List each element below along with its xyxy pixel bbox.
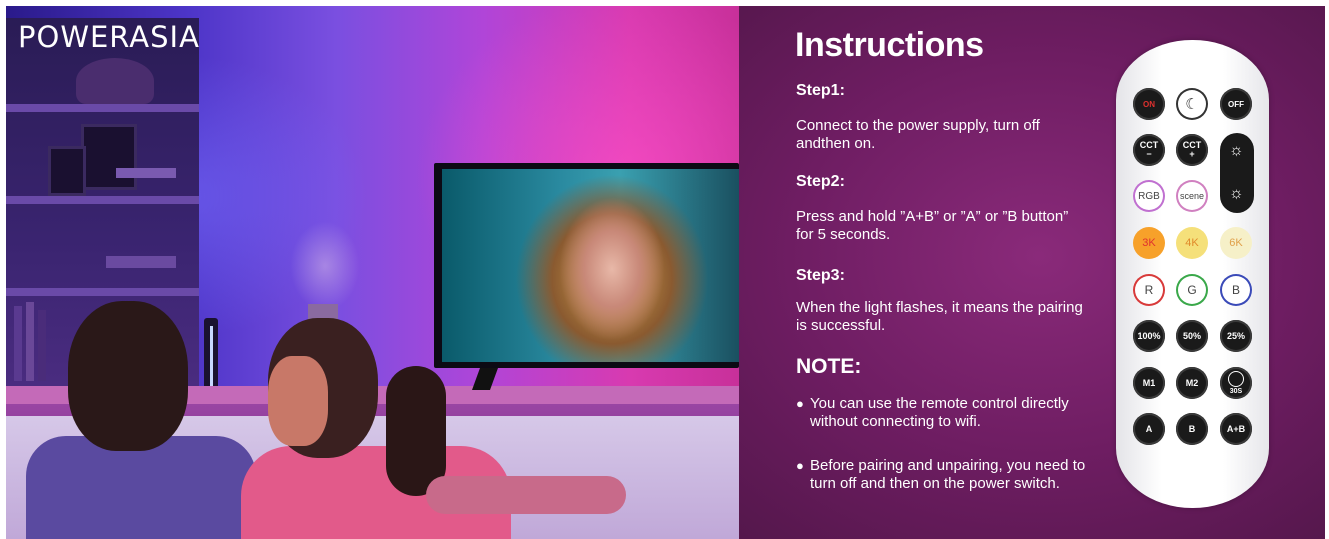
m2-button: M2 — [1176, 367, 1208, 399]
note-text: You can use the remote control directly … — [810, 395, 1069, 430]
on-label: ON — [1143, 99, 1155, 109]
bullet-icon: ● — [796, 458, 804, 473]
cct-minus-button: CCT − — [1133, 134, 1165, 166]
blue-button: B — [1220, 274, 1252, 306]
brightness-25-button: 25% — [1220, 320, 1252, 352]
rgb-button: RGB — [1133, 180, 1165, 212]
step3-title: Step3: — [796, 267, 845, 284]
m2-label: M2 — [1185, 378, 1199, 388]
brightness-100-label: 100% — [1137, 331, 1161, 341]
step3-text: When the light flashes, it means the pai… — [796, 299, 1083, 334]
a-button: A — [1133, 413, 1165, 445]
blue-label: B — [1231, 283, 1240, 297]
ab-label: A+B — [1226, 424, 1246, 434]
brightness-down-icon: ☼ — [1229, 185, 1244, 202]
shelf — [6, 196, 199, 204]
moon-icon: ☾ — [1185, 96, 1199, 113]
3k-button: 3K — [1133, 227, 1165, 259]
cct-plus-button: CCT + — [1176, 134, 1208, 166]
sleep-button: ☾ — [1176, 88, 1208, 120]
note-item: ● You can use the remote control directl… — [796, 395, 1086, 431]
step1-title: Step1: — [796, 82, 845, 99]
brightness-50-button: 50% — [1176, 320, 1208, 352]
shelf-picture — [48, 146, 86, 196]
shelf — [6, 104, 199, 112]
scene-label: scene — [1179, 191, 1205, 201]
tv-screen — [442, 169, 739, 362]
lamp-glow — [210, 326, 213, 386]
m1-label: M1 — [1142, 378, 1156, 388]
woman-face — [268, 356, 328, 446]
shelf-books — [38, 310, 46, 381]
shelf-books — [106, 256, 176, 268]
6k-button: 6K — [1220, 227, 1252, 259]
cct-minus-label: CCT — [1139, 140, 1159, 150]
red-label: R — [1144, 283, 1154, 297]
man-silhouette — [26, 436, 256, 539]
step1-text: Connect to the power supply, turn off an… — [796, 117, 1040, 152]
red-button: R — [1133, 274, 1165, 306]
note-text: Before pairing and unpairing, you need t… — [810, 457, 1086, 492]
man-head — [68, 301, 188, 451]
arm — [426, 476, 626, 514]
shelf-books — [26, 302, 34, 381]
off-label: OFF — [1228, 99, 1244, 109]
brightness-25-label: 25% — [1226, 331, 1245, 341]
shelf-vase — [76, 58, 154, 104]
green-label: G — [1187, 283, 1197, 297]
3k-label: 3K — [1142, 237, 1156, 249]
note-title: NOTE: — [796, 355, 862, 378]
shelf-books — [116, 168, 176, 178]
b-button: B — [1176, 413, 1208, 445]
rgb-label: RGB — [1138, 190, 1160, 202]
living-room-photo — [6, 6, 739, 539]
4k-button: 4K — [1176, 227, 1208, 259]
on-button: ON — [1133, 88, 1165, 120]
timer-button: 30S — [1220, 367, 1252, 399]
step2-title: Step2: — [796, 173, 845, 190]
m1-button: M1 — [1133, 367, 1165, 399]
green-button: G — [1176, 274, 1208, 306]
timer-icon — [1228, 371, 1244, 387]
bullet-icon: ● — [796, 396, 804, 411]
brightness-up-icon: ☼ — [1229, 142, 1244, 159]
scene-button: scene — [1176, 180, 1208, 212]
a-label: A — [1145, 424, 1153, 434]
brightness-50-label: 50% — [1182, 331, 1201, 341]
brightness-100-button: 100% — [1133, 320, 1165, 352]
cct-plus-label: CCT — [1182, 140, 1202, 150]
timer-label: 30S — [1229, 388, 1243, 395]
decor-plant — [290, 221, 360, 311]
off-button: OFF — [1220, 88, 1252, 120]
4k-label: 4K — [1185, 237, 1199, 249]
6k-label: 6K — [1229, 237, 1243, 249]
instructions-title: Instructions — [795, 26, 984, 64]
shelf — [6, 288, 199, 296]
brand-logo: POWERASIA — [18, 20, 200, 54]
note-item: ● Before pairing and unpairing, you need… — [796, 457, 1086, 493]
b-label: B — [1188, 424, 1196, 434]
ab-button: A+B — [1220, 413, 1252, 445]
step2-text: Press and hold ”A+B” or ”A” or ”B button… — [796, 208, 1069, 243]
shelf-picture — [81, 124, 137, 190]
shelf-books — [14, 306, 22, 381]
